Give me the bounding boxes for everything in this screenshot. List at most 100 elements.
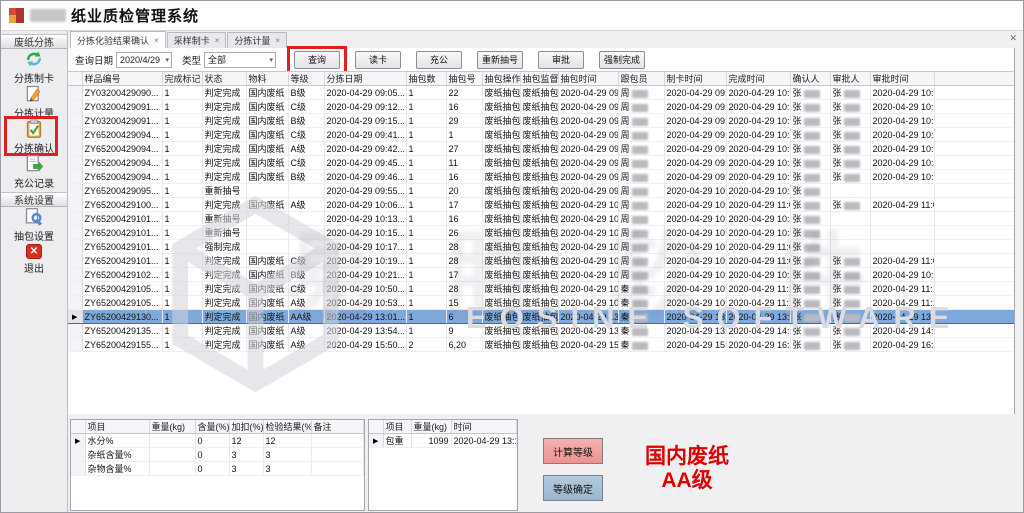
cell[interactable]: 张: [830, 296, 870, 310]
cell[interactable]: 张: [830, 142, 870, 156]
cell[interactable]: 1: [406, 170, 446, 184]
cell[interactable]: 2020-04-29 10:21...: [558, 268, 618, 282]
sidebar-item-sorting-measure[interactable]: 分拣计量: [1, 84, 67, 119]
cell[interactable]: 周: [618, 100, 664, 114]
cell[interactable]: 周: [618, 114, 664, 128]
cell[interactable]: 杂纸含量%: [85, 448, 149, 462]
cell[interactable]: [246, 184, 288, 198]
cell[interactable]: 张: [790, 324, 830, 338]
cell[interactable]: 2020-04-29 10:46...: [726, 226, 790, 240]
row-selector[interactable]: [68, 184, 82, 198]
cell[interactable]: 2020-04-29 11:10...: [726, 282, 790, 296]
column-header[interactable]: [68, 72, 82, 86]
cell[interactable]: [870, 184, 934, 198]
cell[interactable]: 1: [406, 296, 446, 310]
cell[interactable]: ZY65200429105...: [82, 296, 162, 310]
cell[interactable]: 张: [790, 100, 830, 114]
cell[interactable]: 废纸抽包: [520, 142, 558, 156]
cell[interactable]: 国内废纸: [246, 86, 288, 100]
cell[interactable]: 12: [229, 434, 263, 448]
cell[interactable]: 张: [830, 324, 870, 338]
row-selector[interactable]: [68, 338, 82, 352]
cell[interactable]: 6,20: [446, 338, 482, 352]
cell[interactable]: 2020-04-29 10:21...: [324, 268, 406, 282]
cell[interactable]: 张: [830, 114, 870, 128]
cell[interactable]: 废纸抽包: [482, 198, 520, 212]
cell[interactable]: 张: [790, 268, 830, 282]
cell[interactable]: 2020-04-29 09:45...: [324, 156, 406, 170]
cell[interactable]: 重新抽号: [202, 212, 246, 226]
cell[interactable]: 周: [618, 198, 664, 212]
row-selector[interactable]: [68, 324, 82, 338]
cell[interactable]: 1: [406, 310, 446, 324]
column-header[interactable]: 重量(kg): [149, 420, 195, 434]
force-complete-button[interactable]: 强制完成: [599, 51, 645, 69]
row-selector[interactable]: [68, 100, 82, 114]
row-selector[interactable]: [68, 170, 82, 184]
cell[interactable]: 12: [263, 434, 311, 448]
table-row[interactable]: ▶ZY65200429130...1判定完成国内废纸AA级2020-04-29 …: [68, 310, 1015, 324]
cell[interactable]: 废纸抽包: [482, 310, 520, 324]
cell[interactable]: 3: [263, 462, 311, 476]
cell[interactable]: 2020-04-29 09:42...: [664, 128, 726, 142]
cell[interactable]: 周: [618, 240, 664, 254]
cell[interactable]: A级: [288, 338, 324, 352]
cell[interactable]: 1: [162, 114, 202, 128]
cell[interactable]: 2020-04-29 09:55...: [558, 184, 618, 198]
cell[interactable]: 3: [263, 448, 311, 462]
cell[interactable]: 1: [162, 86, 202, 100]
cell[interactable]: 张: [790, 282, 830, 296]
row-selector[interactable]: [68, 240, 82, 254]
cell[interactable]: 周: [618, 254, 664, 268]
cell[interactable]: ZY65200429101...: [82, 212, 162, 226]
tabstrip-close-icon[interactable]: ✕: [1009, 33, 1017, 44]
cell[interactable]: 国内废纸: [246, 254, 288, 268]
cell[interactable]: 2020-04-29 13:56...: [664, 324, 726, 338]
cell[interactable]: 0: [195, 448, 229, 462]
cell[interactable]: 1: [162, 296, 202, 310]
cell[interactable]: 2020-04-29 09:05...: [324, 86, 406, 100]
cell[interactable]: 1: [406, 100, 446, 114]
column-header[interactable]: 项目: [85, 420, 149, 434]
cell[interactable]: 1: [162, 212, 202, 226]
cell[interactable]: 1: [162, 100, 202, 114]
cell[interactable]: 1: [406, 268, 446, 282]
cell[interactable]: 废纸抽包: [482, 128, 520, 142]
cell[interactable]: 2020-04-29 10:19...: [324, 254, 406, 268]
cell[interactable]: 国内废纸: [246, 142, 288, 156]
cell[interactable]: 国内废纸: [246, 324, 288, 338]
cell[interactable]: 1: [406, 86, 446, 100]
cell[interactable]: [288, 240, 324, 254]
cell[interactable]: 1: [162, 324, 202, 338]
cell[interactable]: 3: [229, 448, 263, 462]
cell[interactable]: 张: [830, 310, 870, 324]
table-row[interactable]: ZY65200429095...1重新抽号2020-04-29 09:55...…: [68, 184, 1015, 198]
cell[interactable]: 2020-04-29 09:42...: [324, 142, 406, 156]
cell[interactable]: 2020-04-29 09:13...: [664, 100, 726, 114]
cell[interactable]: 张: [830, 198, 870, 212]
tab-close-icon[interactable]: ×: [275, 36, 280, 45]
table-row[interactable]: ZY65200429101...1强制完成2020-04-29 10:17...…: [68, 240, 1015, 254]
cell[interactable]: 1: [162, 240, 202, 254]
cell[interactable]: 2020-04-29 10:18...: [664, 240, 726, 254]
cell[interactable]: 2020-04-29 10:20...: [664, 254, 726, 268]
cell[interactable]: 15: [446, 296, 482, 310]
table-row[interactable]: ZY65200429105...1判定完成国内废纸A级2020-04-29 10…: [68, 296, 1015, 310]
cell[interactable]: 2020-04-29 11:11...: [726, 296, 790, 310]
cell[interactable]: B级: [288, 268, 324, 282]
cell[interactable]: 28: [446, 254, 482, 268]
cell[interactable]: 废纸抽包: [520, 254, 558, 268]
package-weight-table[interactable]: 项目重量(kg)时间▶包重10992020-04-29 13:15:46: [369, 420, 517, 448]
cell[interactable]: 2020-04-29 10:10...: [726, 184, 790, 198]
cell[interactable]: 2020-04-29 10:15...: [324, 226, 406, 240]
cell[interactable]: 废纸抽包: [520, 296, 558, 310]
tab-close-icon[interactable]: ×: [154, 36, 159, 45]
cell[interactable]: 周: [618, 212, 664, 226]
row-selector[interactable]: [68, 254, 82, 268]
cell[interactable]: B级: [288, 170, 324, 184]
cell[interactable]: 废纸抽包: [520, 100, 558, 114]
column-header[interactable]: 完成标记: [162, 72, 202, 86]
cell[interactable]: ZY65200429100...: [82, 198, 162, 212]
cell[interactable]: 张: [790, 254, 830, 268]
table-row[interactable]: ZY65200429100...1判定完成国内废纸A级2020-04-29 10…: [68, 198, 1015, 212]
